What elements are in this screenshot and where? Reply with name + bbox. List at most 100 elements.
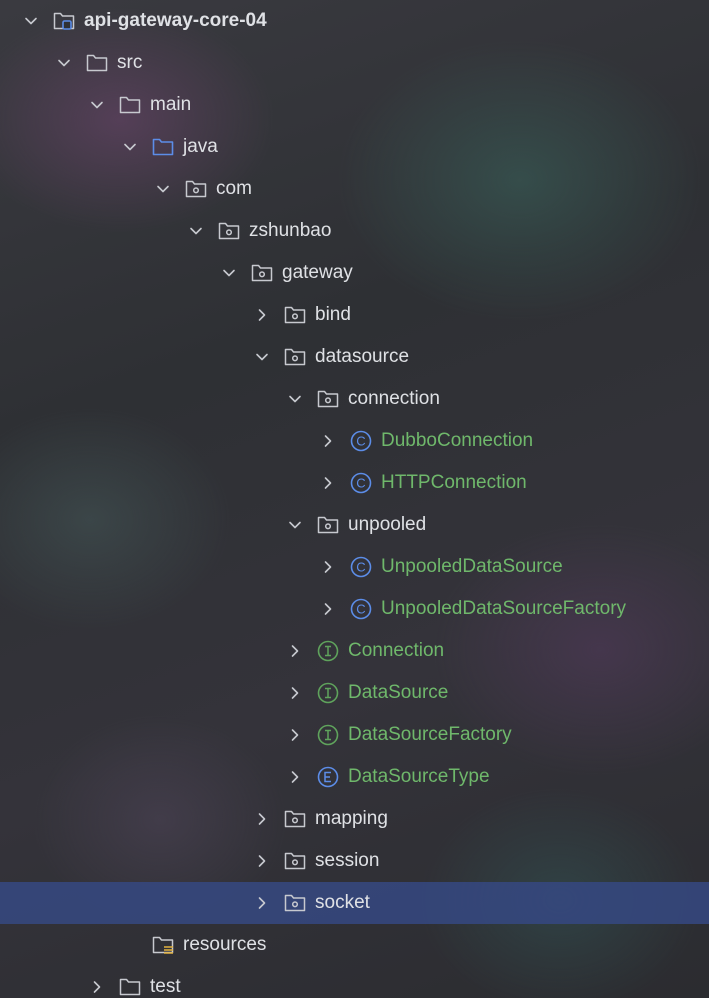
tree-item-dubboconnection[interactable]: C DubboConnection [0,420,709,462]
chevron-right-icon[interactable] [288,728,302,742]
class-icon: C [349,556,373,578]
chevron-right-icon[interactable] [288,644,302,658]
tree-item-connection-interface[interactable]: Connection [0,630,709,672]
svg-text:C: C [356,560,365,575]
tree-item-label: mapping [315,808,388,829]
folder-icon [118,976,142,998]
tree-item-datasourcefactory[interactable]: DataSourceFactory [0,714,709,756]
chevron-down-icon[interactable] [123,140,137,154]
tree-item-label: DataSourceType [348,766,490,787]
tree-item-label: connection [348,388,440,409]
tree-item-label: datasource [315,346,410,367]
tree-item-label: Connection [348,640,445,661]
tree-item-label: test [150,976,181,997]
tree-item-unpooleddatasource[interactable]: C UnpooledDataSource [0,546,709,588]
tree-item-label: DataSource [348,682,449,703]
tree-item-label: zshunbao [249,220,332,241]
chevron-right-icon[interactable] [255,896,269,910]
chevron-down-icon[interactable] [222,266,236,280]
package-icon [283,850,307,872]
package-icon [283,892,307,914]
chevron-right-icon[interactable] [90,980,104,994]
folder-icon [85,52,109,74]
tree-item-label: UnpooledDataSourceFactory [381,598,627,619]
tree-item-unpooled[interactable]: unpooled [0,504,709,546]
chevron-down-icon[interactable] [156,182,170,196]
package-icon [250,262,274,284]
interface-icon [316,682,340,704]
tree-item-label: resources [183,934,267,955]
tree-item-label: src [117,52,143,73]
tree-item-bind[interactable]: bind [0,294,709,336]
svg-text:C: C [356,476,365,491]
interface-icon [316,724,340,746]
class-icon: C [349,430,373,452]
tree-item-unpooleddatasourcefactory[interactable]: C UnpooledDataSourceFactory [0,588,709,630]
tree-item-gateway[interactable]: gateway [0,252,709,294]
tree-item-java[interactable]: java [0,126,709,168]
tree-item-label: socket [315,892,370,913]
chevron-down-icon[interactable] [24,14,38,28]
project-tree: api-gateway-core-04 src main java com zs… [0,0,709,998]
chevron-right-icon[interactable] [288,686,302,700]
chevron-down-icon[interactable] [288,518,302,532]
tree-item-zshunbao[interactable]: zshunbao [0,210,709,252]
tree-item-session[interactable]: session [0,840,709,882]
tree-item-label: java [183,136,218,157]
tree-item-label: api-gateway-core-04 [84,10,267,31]
package-icon [316,388,340,410]
chevron-down-icon[interactable] [189,224,203,238]
chevron-down-icon[interactable] [288,392,302,406]
tree-item-main[interactable]: main [0,84,709,126]
package-icon [184,178,208,200]
chevron-down-icon[interactable] [255,350,269,364]
interface-icon [316,640,340,662]
chevron-right-icon[interactable] [255,854,269,868]
svg-text:C: C [356,434,365,449]
tree-item-datasource-interface[interactable]: DataSource [0,672,709,714]
module-icon [52,10,76,32]
chevron-right-icon[interactable] [321,476,335,490]
package-icon [283,346,307,368]
tree-item-api-gateway-core-04[interactable]: api-gateway-core-04 [0,0,709,42]
chevron-right-icon[interactable] [321,560,335,574]
package-icon [283,808,307,830]
chevron-right-icon[interactable] [255,308,269,322]
tree-item-label: main [150,94,192,115]
class-icon: C [349,472,373,494]
source-folder-icon [151,136,175,158]
tree-item-label: com [216,178,252,199]
svg-text:C: C [356,602,365,617]
class-icon: C [349,598,373,620]
tree-item-label: DataSourceFactory [348,724,512,745]
package-icon [217,220,241,242]
tree-item-label: bind [315,304,351,325]
chevron-right-icon[interactable] [288,770,302,784]
enum-icon [316,766,340,788]
chevron-down-icon[interactable] [57,56,71,70]
chevron-right-icon[interactable] [321,434,335,448]
package-icon [283,304,307,326]
package-icon [316,514,340,536]
tree-item-socket[interactable]: socket [0,882,709,924]
tree-item-label: session [315,850,380,871]
resources-folder-icon [151,934,175,956]
tree-item-label: unpooled [348,514,427,535]
tree-item-label: DubboConnection [381,430,534,451]
tree-item-src[interactable]: src [0,42,709,84]
tree-item-label: HTTPConnection [381,472,527,493]
tree-item-com[interactable]: com [0,168,709,210]
tree-item-resources[interactable]: resources [0,924,709,966]
tree-item-label: UnpooledDataSource [381,556,563,577]
tree-item-datasourcetype[interactable]: DataSourceType [0,756,709,798]
folder-icon [118,94,142,116]
tree-item-mapping[interactable]: mapping [0,798,709,840]
chevron-right-icon[interactable] [255,812,269,826]
tree-item-label: gateway [282,262,353,283]
tree-item-connection-package[interactable]: connection [0,378,709,420]
tree-item-datasource[interactable]: datasource [0,336,709,378]
tree-item-test[interactable]: test [0,966,709,998]
chevron-down-icon[interactable] [90,98,104,112]
chevron-right-icon[interactable] [321,602,335,616]
tree-item-httpconnection[interactable]: C HTTPConnection [0,462,709,504]
